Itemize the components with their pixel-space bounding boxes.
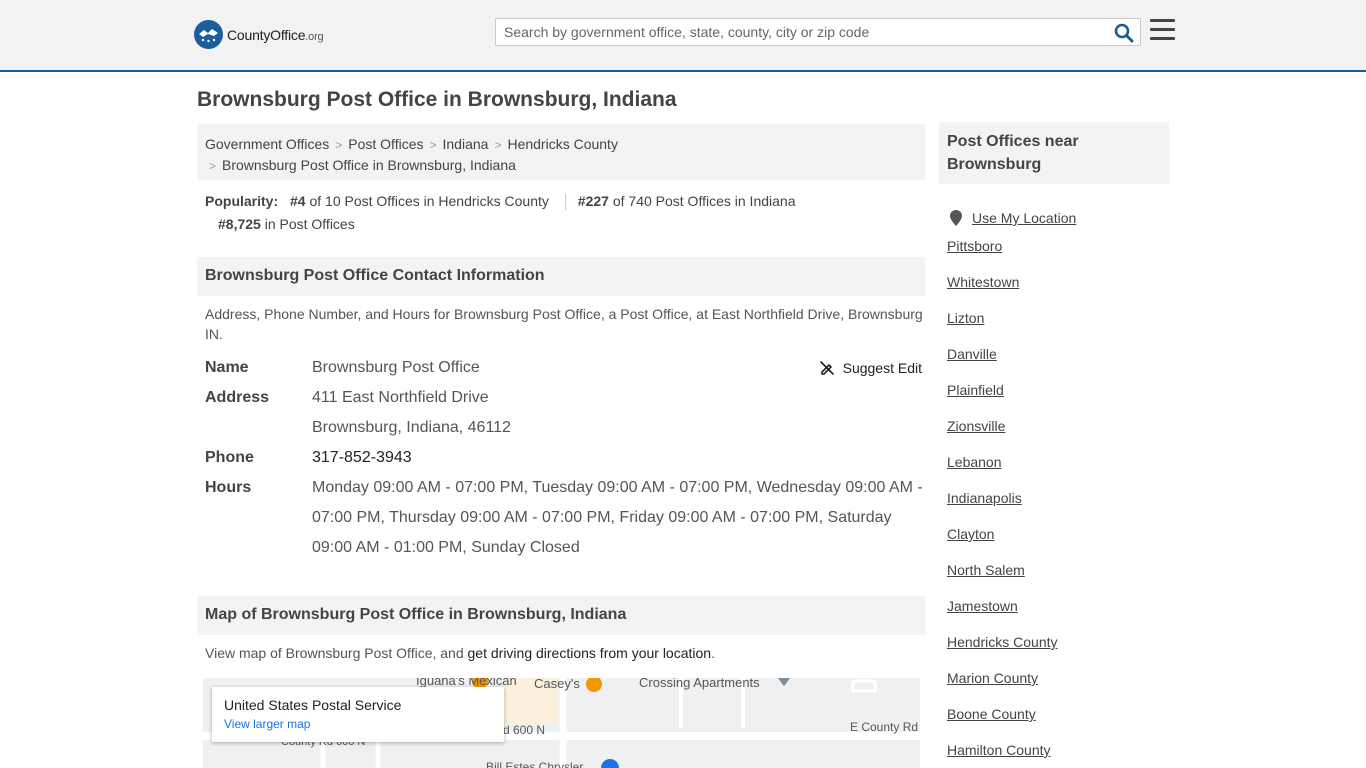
sidebar-item-lebanon[interactable]: Lebanon [947,452,1169,488]
breadcrumb-government-offices[interactable]: Government Offices [205,136,329,152]
sidebar-item-zionsville[interactable]: Zionsville [947,416,1169,452]
map-intro: View map of Brownsburg Post Office, and … [205,645,715,661]
map-label-bill-estes: Bill Estes Chrysler [486,760,584,768]
popularity-stats: Popularity: #4 of 10 Post Offices in Hen… [205,190,925,236]
breadcrumb: Government Offices > Post Offices > Indiana >… [197,124,925,180]
breadcrumb-separator: > [335,138,343,152]
nearby-post-offices-list: Use My Location Pittsboro Whitestown Liz… [947,200,1169,768]
map-label-county-rd-e: E County Rd C [850,720,920,734]
national-rank: #8,725 [218,216,261,232]
map-label-road-600: d 600 N [503,723,546,737]
map-heading: Map of Brownsburg Post Office in Brownsb… [197,596,925,635]
popularity-label: Popularity: [205,193,279,209]
state-rank: #227 [577,193,609,209]
sidebar-item-danville[interactable]: Danville [947,344,1169,380]
phone-link[interactable]: 317-852-3943 [312,449,412,466]
sidebar-item-clayton[interactable]: Clayton [947,524,1169,560]
sidebar-item-pittsboro[interactable]: Pittsboro [947,236,1169,272]
county-rank: #4 [290,193,306,209]
search-icon[interactable] [1114,23,1134,43]
map-embed[interactable]: Iguana's Mexican Casey's Crossing Apartm… [203,678,920,768]
breadcrumb-separator: > [494,138,502,152]
breadcrumb-post-offices[interactable]: Post Offices [348,136,423,152]
phone-label: Phone [205,449,254,466]
map-place-card: United States Postal Service View larger… [212,687,504,742]
search-input[interactable] [496,19,1106,45]
sidebar-item-north-salem[interactable]: North Salem [947,560,1169,596]
national-rank-text: in Post Offices [264,216,355,232]
name-label: Name [205,359,249,376]
top-bar: CountyOffice.org [0,0,1366,72]
sidebar-item-lizton[interactable]: Lizton [947,308,1169,344]
use-my-location[interactable]: Use My Location [947,200,1169,236]
contact-info-table: Suggest Edit Name Brownsburg Post Office … [205,353,925,563]
breadcrumb-current: Brownsburg Post Office in Brownsburg, In… [222,157,516,173]
page-title: Brownsburg Post Office in Brownsburg, In… [197,88,677,111]
address-line2: Brownsburg, Indiana, 46112 [312,419,511,436]
breadcrumb-indiana[interactable]: Indiana [443,136,489,152]
sidebar-item-hamilton-county[interactable]: Hamilton County [947,740,1169,768]
sidebar-item-jamestown[interactable]: Jamestown [947,596,1169,632]
sidebar-heading: Post Offices near Brownsburg [939,122,1169,184]
map-label-caseys: Casey's [534,678,580,691]
sidebar-item-boone-county[interactable]: Boone County [947,704,1169,740]
hours-label: Hours [205,479,252,496]
breadcrumb-separator: > [209,159,217,173]
contact-heading: Brownsburg Post Office Contact Informati… [197,257,925,296]
sidebar-item-hendricks-county[interactable]: Hendricks County [947,632,1169,668]
use-my-location-link[interactable]: Use My Location [972,208,1076,228]
site-logo[interactable]: CountyOffice.org [194,20,324,49]
location-pin-icon [950,210,962,226]
edit-off-icon [819,360,834,376]
sidebar-item-marion-county[interactable]: Marion County [947,668,1169,704]
hamburger-menu-icon[interactable] [1150,19,1175,42]
suggest-edit-link[interactable]: Suggest Edit [843,360,922,376]
hours-text: Monday 09:00 AM - 07:00 PM, Tuesday 09:0… [312,479,923,556]
breadcrumb-separator: > [429,138,437,152]
county-rank-text: of 10 Post Offices in Hendricks County [309,193,549,209]
contact-intro: Address, Phone Number, and Hours for Bro… [205,306,923,342]
breadcrumb-hendricks-county[interactable]: Hendricks County [507,136,618,152]
logo-text: CountyOffice.org [227,26,324,43]
sidebar-item-plainfield[interactable]: Plainfield [947,380,1169,416]
address-line1: 411 East Northfield Drive [312,389,489,406]
sidebar-item-indianapolis[interactable]: Indianapolis [947,488,1169,524]
state-rank-text: of 740 Post Offices in Indiana [612,193,796,209]
address-label: Address [205,389,270,406]
sidebar-item-whitestown[interactable]: Whitestown [947,272,1169,308]
driving-directions-link[interactable]: get driving directions from your locatio… [468,645,712,661]
map-label-crossing-apartments: Crossing Apartments [639,678,760,690]
suggest-edit[interactable]: Suggest Edit [819,360,922,376]
divider [564,194,566,211]
search-box [495,18,1141,46]
view-larger-map-link[interactable]: View larger map [224,717,492,731]
map-place-title: United States Postal Service [224,697,402,713]
logo-seal-icon [194,20,223,49]
